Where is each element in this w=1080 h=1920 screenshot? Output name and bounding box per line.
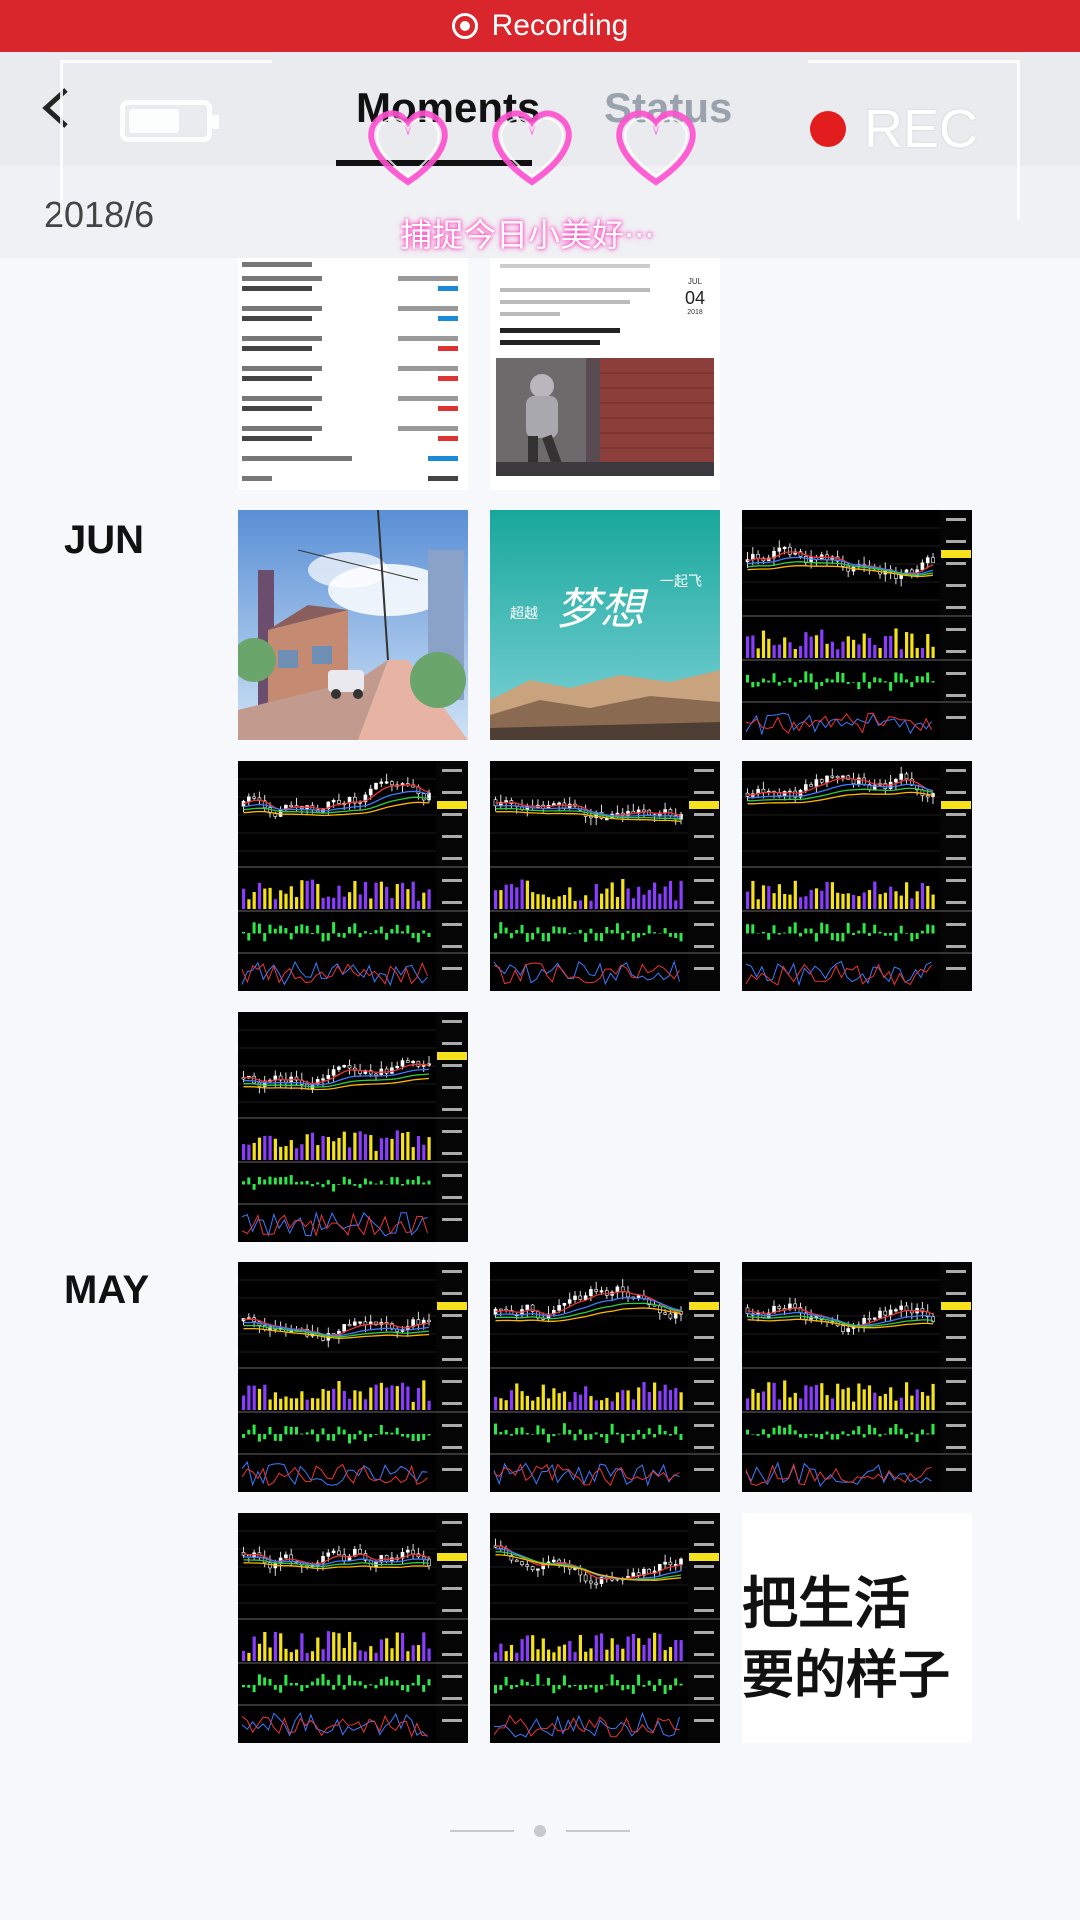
month-label-may: MAY <box>64 1268 150 1312</box>
overlay-frame-left <box>60 60 272 220</box>
photo-thumb-chart-8[interactable] <box>742 1262 972 1492</box>
photo-thumb-chart-1[interactable] <box>742 510 972 740</box>
photo-thumb-chart-5[interactable] <box>238 1012 468 1242</box>
chart-screenshot-image <box>490 1262 720 1492</box>
photo-thumb-chart-9[interactable] <box>238 1513 468 1743</box>
photo-thumb-chart-6[interactable] <box>238 1262 468 1492</box>
dream-poster-image: 梦想 超越 一起飞 <box>490 510 720 740</box>
recording-label: Recording <box>491 9 629 42</box>
running-poster-image: JUL 04 2018 <box>490 258 720 490</box>
chart-screenshot-image <box>238 1012 468 1242</box>
overlay-frame-right <box>808 60 1020 220</box>
photo-thumb-anime-street[interactable] <box>238 510 468 740</box>
trade-receipt-image <box>238 258 468 490</box>
chart-screenshot-image <box>490 761 720 991</box>
neon-hearts-icon <box>368 110 696 186</box>
recording-bar: Recording <box>0 0 1080 52</box>
page-indicator <box>450 1822 630 1842</box>
overlay-caption: 捕捉今日小美好··· <box>400 216 655 254</box>
photo-thumb-chart-4[interactable] <box>742 761 972 991</box>
dream-left: 超越 <box>510 606 538 622</box>
chart-screenshot-image <box>238 1262 468 1492</box>
page-dot <box>534 1825 546 1837</box>
chart-screenshot-image <box>742 510 972 740</box>
month-label-jun: JUN <box>64 518 145 562</box>
dream-right: 一起飞 <box>660 574 702 590</box>
chart-screenshot-image <box>490 1513 720 1743</box>
photo-thumb-chart-2[interactable] <box>238 761 468 991</box>
calligraphy-image: 把生活 要的样子 <box>742 1513 972 1743</box>
recording-icon <box>451 13 478 39</box>
chart-screenshot-image <box>742 1262 972 1492</box>
calligraphy-bottom: 要的样子 <box>742 1646 950 1706</box>
calligraphy-top: 把生活 <box>742 1572 910 1637</box>
calendar-month: JUL <box>688 277 703 286</box>
chart-screenshot-image <box>742 761 972 991</box>
photo-thumb-receipt[interactable] <box>238 258 468 490</box>
anime-street-image <box>238 510 468 740</box>
photo-thumb-chart-3[interactable] <box>490 761 720 991</box>
calendar-year: 2018 <box>687 309 703 316</box>
photo-thumb-dream[interactable]: 梦想 超越 一起飞 <box>490 510 720 740</box>
photo-thumb-calligraphy[interactable]: 把生活 要的样子 <box>742 1513 972 1743</box>
dream-title: 梦想 <box>556 584 649 635</box>
photo-thumb-running[interactable]: JUL 04 2018 <box>490 258 720 490</box>
chart-screenshot-image <box>238 761 468 991</box>
calendar-day: 04 <box>685 288 705 308</box>
photo-thumb-chart-7[interactable] <box>490 1262 720 1492</box>
photo-thumb-chart-10[interactable] <box>490 1513 720 1743</box>
chart-screenshot-image <box>238 1513 468 1743</box>
